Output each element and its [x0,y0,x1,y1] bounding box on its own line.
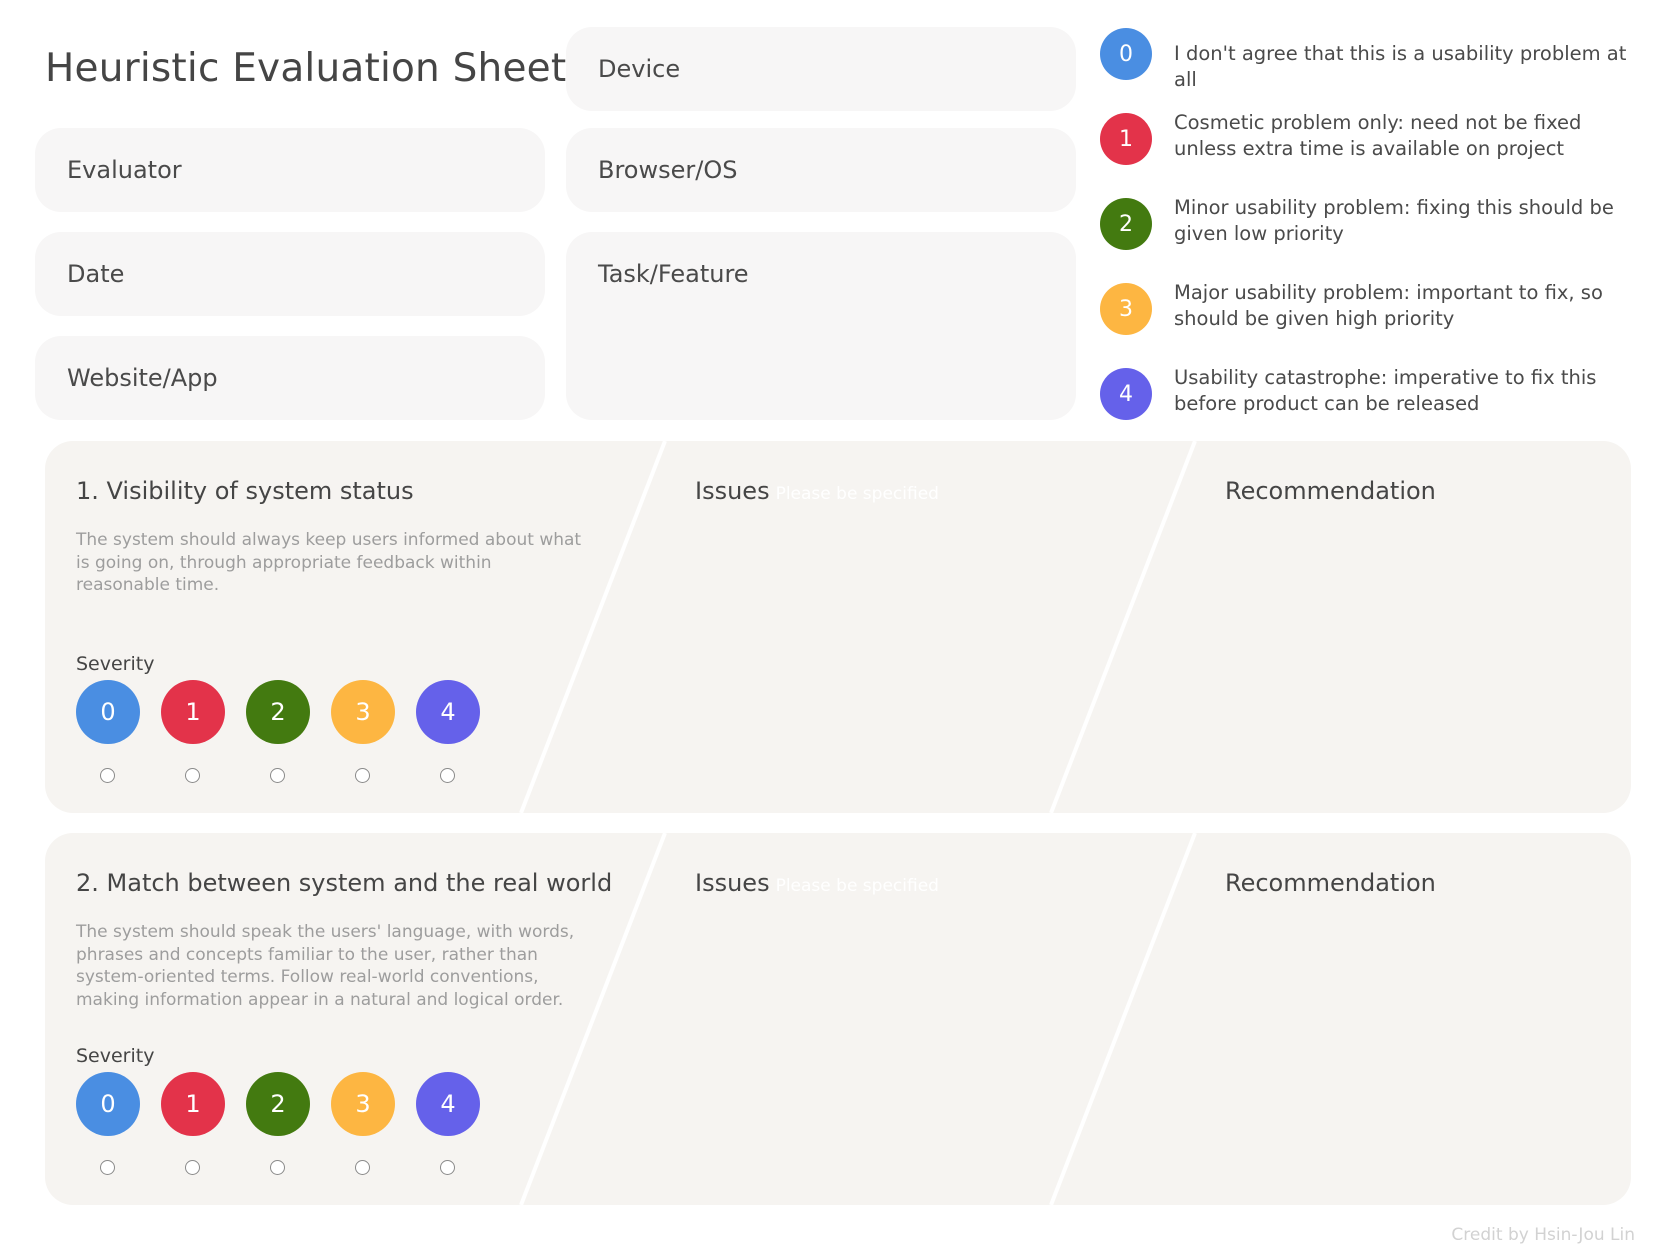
severity-2-badge: 2 [246,680,310,744]
date-field[interactable]: Date [35,232,545,316]
severity-0-badge: 0 [76,680,140,744]
website-app-label: Website/App [67,364,218,392]
issues-label: Issues [695,477,770,505]
severity-option-1[interactable]: 1 [161,1072,225,1136]
issues-area[interactable]: Issues Please be specified [695,869,939,897]
severity-4-radio[interactable] [440,1160,455,1175]
recommendation-label[interactable]: Recommendation [1225,869,1436,897]
severity-3-badge: 3 [331,1072,395,1136]
device-label: Device [598,55,681,83]
severity-2-radio[interactable] [270,1160,285,1175]
task-feature-field[interactable]: Task/Feature [566,232,1076,420]
heuristic-description: The system should speak the users' langu… [76,922,575,1010]
severity-4-badge: 4 [416,1072,480,1136]
task-feature-label: Task/Feature [598,260,749,288]
website-app-field[interactable]: Website/App [35,336,545,420]
evaluator-field[interactable]: Evaluator [35,128,545,212]
severity-4-badge: 4 [416,680,480,744]
severity-1-radio[interactable] [185,768,200,783]
legend-text: Minor usability problem: fixing this sho… [1174,196,1614,245]
severity-3-badge: 3 [1100,283,1152,335]
severity-4-badge: 4 [1100,368,1152,420]
severity-option-4[interactable]: 4 [416,680,480,744]
severity-1-badge: 1 [161,1072,225,1136]
severity-option-0[interactable]: 0 [76,680,140,744]
evaluator-label: Evaluator [67,156,182,184]
device-field[interactable]: Device [566,27,1076,111]
severity-1-badge: 1 [161,680,225,744]
severity-2-radio[interactable] [270,768,285,783]
severity-option-3[interactable]: 3 [331,680,395,744]
browser-os-label: Browser/OS [598,156,738,184]
recommendation-label[interactable]: Recommendation [1225,477,1436,505]
page-title: Heuristic Evaluation Sheet [45,46,567,91]
issues-label: Issues [695,869,770,897]
heuristic-card: 1. Visibility of system status The syste… [45,441,1631,813]
heuristic-title: 2. Match between system and the real wor… [76,869,613,897]
severity-3-radio[interactable] [355,1160,370,1175]
legend-text: Usability catastrophe: imperative to fix… [1174,366,1597,415]
severity-0-radio[interactable] [100,768,115,783]
date-label: Date [67,260,125,288]
severity-3-badge: 3 [331,680,395,744]
severity-option-2[interactable]: 2 [246,680,310,744]
severity-option-1[interactable]: 1 [161,680,225,744]
severity-1-badge: 1 [1100,113,1152,165]
severity-4-radio[interactable] [440,768,455,783]
heuristic-title: 1. Visibility of system status [76,477,414,505]
browser-os-field[interactable]: Browser/OS [566,128,1076,212]
severity-option-3[interactable]: 3 [331,1072,395,1136]
severity-option-4[interactable]: 4 [416,1072,480,1136]
severity-3-radio[interactable] [355,768,370,783]
severity-label: Severity [76,1045,155,1067]
severity-2-badge: 2 [246,1072,310,1136]
severity-option-2[interactable]: 2 [246,1072,310,1136]
severity-2-badge: 2 [1100,198,1152,250]
severity-0-badge: 0 [76,1072,140,1136]
credit-text: Credit by Hsin-Jou Lin [1451,1225,1635,1245]
issues-placeholder: Please be specified [775,484,939,504]
severity-label: Severity [76,653,155,675]
legend-text: I don't agree that this is a usability p… [1174,42,1627,91]
severity-0-badge: 0 [1100,28,1152,80]
legend-text: Major usability problem: important to fi… [1174,281,1603,330]
legend-text: Cosmetic problem only: need not be fixed… [1174,111,1582,160]
severity-option-0[interactable]: 0 [76,1072,140,1136]
issues-area[interactable]: Issues Please be specified [695,477,939,505]
severity-1-radio[interactable] [185,1160,200,1175]
heuristic-description: The system should always keep users info… [76,530,582,595]
severity-0-radio[interactable] [100,1160,115,1175]
heuristic-card: 2. Match between system and the real wor… [45,833,1631,1205]
issues-placeholder: Please be specified [775,876,939,896]
